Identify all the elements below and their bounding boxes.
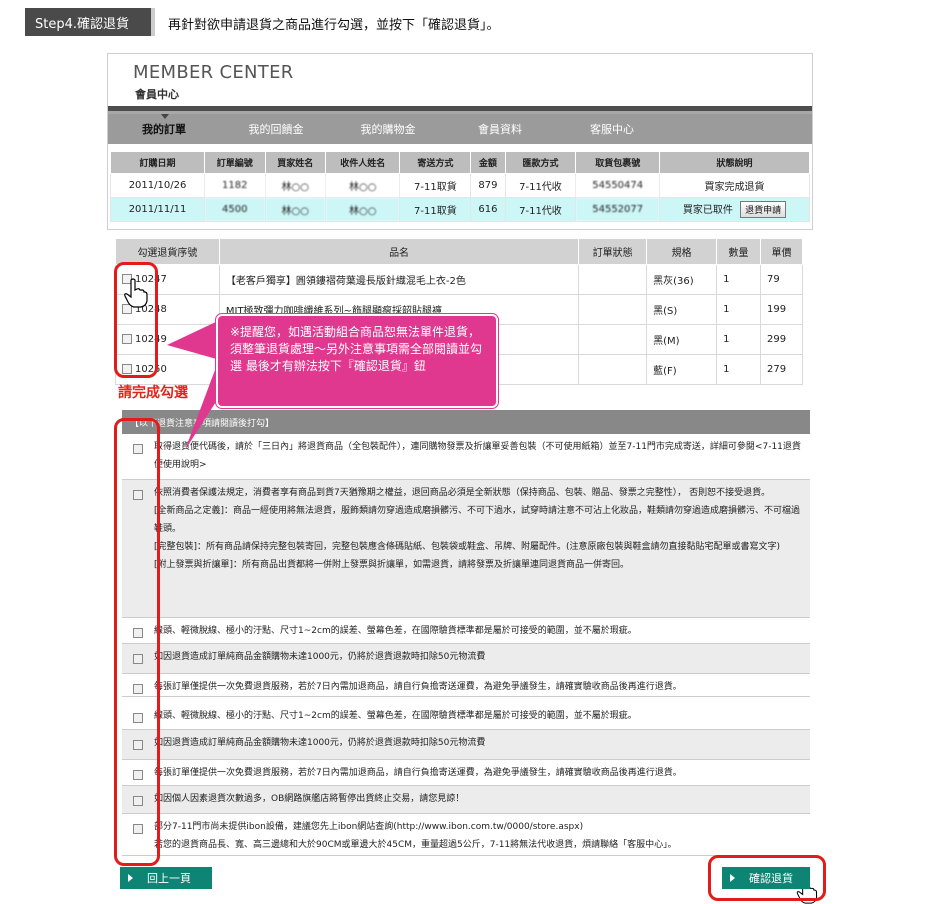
notice-text: 部分7-11門市尚未提供ibon設備，建議您先上ibon網站查詢(http://… [154, 822, 677, 850]
nav-my-orders[interactable]: 我的訂單 [108, 121, 220, 137]
col-status: 狀態說明 [659, 151, 810, 174]
notice-item: 如因退貨造成訂單純商品金額購物未達1000元，仍將於退貨退款時扣除50元物流費 [122, 730, 810, 760]
col-amount: 金額 [470, 151, 506, 174]
item-price: 79 [760, 264, 803, 295]
order-date: 2011/10/26 [109, 173, 206, 198]
col-order-date: 訂購日期 [109, 151, 206, 174]
member-center-subtitle: 會員中心 [135, 88, 179, 101]
notice-item: 如因退貨造成訂單純商品金額購物未達1000元，仍將於退貨退款時扣除50元物流費 [122, 644, 810, 674]
col-product-name: 品名 [218, 238, 580, 265]
order-amount: 616 [470, 197, 506, 222]
step-instruction: 再針對欲申請退貨之商品進行勾選，並按下「確認退貨」。 [168, 18, 500, 33]
col-buyer: 買家姓名 [264, 151, 326, 174]
order-no[interactable]: 1182 [204, 173, 266, 198]
notice-item: 部分7-11門市尚未提供ibon設備，建議您先上ibon網站查詢(http://… [122, 814, 810, 856]
item-spec: 黑(M) [646, 324, 718, 355]
back-button-label: 回上一頁 [147, 872, 191, 885]
col-order-no: 訂單編號 [204, 151, 266, 174]
nav-member-info[interactable]: 會員資料 [444, 121, 556, 137]
return-request-button[interactable]: 退貨申請 [740, 201, 787, 218]
col-spec: 規格 [646, 238, 718, 265]
payment-method: 7-11代收 [504, 173, 577, 198]
item-qty: 1 [716, 294, 761, 325]
item-spec: 藍(F) [646, 354, 718, 385]
notice-item: 線頭、輕微脫線、極小的汙點、尺寸1~2cm的誤差、螢幕色差，在國際驗貨標準都是屬… [122, 703, 810, 730]
notice-text: 如因個人因素退貨次數過多，OB網路旗艦店將暫停出貨終止交易，請您見諒！ [154, 794, 465, 804]
notice-item: 每張訂單僅提供一次免費退貨服務，若於7日內需加退商品，請自行負擔寄送運費，為避免… [122, 674, 810, 697]
order-status: 買家完成退貨 [659, 173, 810, 198]
back-button[interactable]: 回上一頁 [120, 867, 212, 889]
notice-text: 每張訂單僅提供一次免費退貨服務，若於7日內需加退商品，請自行負擔寄送運費，為避免… [154, 768, 682, 778]
col-select: 勾選退貨序號 [115, 238, 220, 265]
notice-text: 線頭、輕微脫線、極小的汙點、尺寸1~2cm的誤差、螢幕色差，在國際驗貨標準都是屬… [154, 626, 637, 636]
shipping-method: 7-11取貨 [399, 197, 472, 222]
shipping-method: 7-11取貨 [399, 173, 472, 198]
col-qty: 數量 [716, 238, 761, 265]
package-no: 54552077 [575, 197, 660, 222]
item-name: 【老客戶獨享】圓領鏤褶荷葉邊長版針織混毛上衣-2色 [218, 264, 580, 295]
hand-cursor-icon [124, 278, 148, 308]
nav-my-shopping-credit[interactable]: 我的購物金 [332, 121, 444, 137]
item-price: 279 [760, 354, 803, 385]
col-order-status: 訂單狀態 [578, 238, 648, 265]
nav-my-rewards[interactable]: 我的回饋金 [220, 121, 332, 137]
confirm-button-highlight [708, 855, 826, 901]
col-price: 單價 [760, 238, 803, 265]
item-qty: 1 [716, 324, 761, 355]
recipient-name: 林○○ [324, 197, 401, 222]
notice-item: 線頭、輕微脫線、極小的汙點、尺寸1~2cm的誤差、螢幕色差，在國際驗貨標準都是屬… [122, 618, 810, 644]
item-status [578, 354, 648, 385]
recipient-name: 林○○ [324, 173, 401, 198]
notice-text: 如因退貨造成訂單純商品金額購物未達1000元，仍將於退貨退款時扣除50元物流費 [154, 652, 486, 662]
play-arrow-icon [128, 874, 133, 882]
col-shipping: 寄送方式 [399, 151, 472, 174]
order-date: 2011/11/11 [109, 197, 206, 222]
notice-checkbox-highlight [114, 418, 160, 866]
buyer-name: 林○○ [264, 197, 326, 222]
payment-method: 7-11代收 [504, 197, 577, 222]
table-row: 10247 【老客戶獨享】圓領鏤褶荷葉邊長版針織混毛上衣-2色 黑灰(36) 1… [115, 264, 803, 295]
order-amount: 879 [470, 173, 506, 198]
notice-item: 依照消費者保護法規定，消費者享有商品到貨7天猶豫期之權益，退回商品必須是全新狀態… [122, 480, 810, 618]
member-nav: 我的訂單 我的回饋金 我的購物金 會員資料 客服中心 [108, 114, 812, 144]
item-price: 299 [760, 324, 803, 355]
order-status: 買家已取件 [682, 205, 733, 216]
notice-text: 取得退貨便代碼後，請於「三日內」將退貨商品（全包裝配件），連同購物發票及折讓單妥… [154, 442, 801, 470]
reminder-callout: ※提醒您，如遇活動組合商品恕無法單件退貨，須整筆退貨處理～另外注意事項需全部閱讀… [216, 314, 498, 408]
step-badge: Step4.確認退貨 [25, 8, 155, 36]
buyer-name: 林○○ [264, 173, 326, 198]
item-qty: 1 [716, 354, 761, 385]
order-status-cell: 買家已取件 退貨申請 [659, 197, 810, 222]
table-row[interactable]: 2011/10/26 1182 林○○ 林○○ 7-11取貨 879 7-11代… [109, 173, 810, 198]
item-status [578, 264, 648, 295]
member-center-title: MEMBER CENTER [133, 62, 294, 83]
order-no[interactable]: 4500 [204, 197, 266, 222]
notice-text: 如因退貨造成訂單純商品金額購物未達1000元，仍將於退貨退款時扣除50元物流費 [154, 738, 486, 748]
col-recipient: 收件人姓名 [324, 151, 401, 174]
package-no: 54550474 [575, 173, 660, 198]
col-payment: 匯款方式 [504, 151, 577, 174]
item-spec: 黑(S) [646, 294, 718, 325]
table-row[interactable]: 2011/11/11 4500 林○○ 林○○ 7-11取貨 616 7-11代… [109, 197, 810, 222]
notice-item: 每張訂單僅提供一次免費退貨服務，若於7日內需加退商品，請自行負擔寄送運費，為避免… [122, 760, 810, 786]
item-price: 199 [760, 294, 803, 325]
nav-customer-service[interactable]: 客服中心 [556, 121, 668, 137]
col-package: 取貨包裹號 [575, 151, 660, 174]
orders-table: 訂購日期 訂單編號 買家姓名 收件人姓名 寄送方式 金額 匯款方式 取貨包裹號 … [109, 151, 810, 222]
notice-text: 依照消費者保護法規定，消費者享有商品到貨7天猶豫期之權益，退回商品必須是全新狀態… [154, 488, 801, 570]
notice-text: 線頭、輕微脫線、極小的汙點、尺寸1~2cm的誤差、螢幕色差，在國際驗貨標準都是屬… [154, 711, 637, 721]
item-status [578, 294, 648, 325]
notice-text: 每張訂單僅提供一次免費退貨服務，若於7日內需加退商品，請自行負擔寄送運費，為避免… [154, 682, 682, 692]
item-spec: 黑灰(36) [646, 264, 718, 295]
notice-item: 如因個人因素退貨次數過多，OB網路旗艦店將暫停出貨終止交易，請您見諒！ [122, 786, 810, 814]
item-status [578, 324, 648, 355]
active-nav-indicator [161, 114, 169, 119]
item-qty: 1 [716, 264, 761, 295]
